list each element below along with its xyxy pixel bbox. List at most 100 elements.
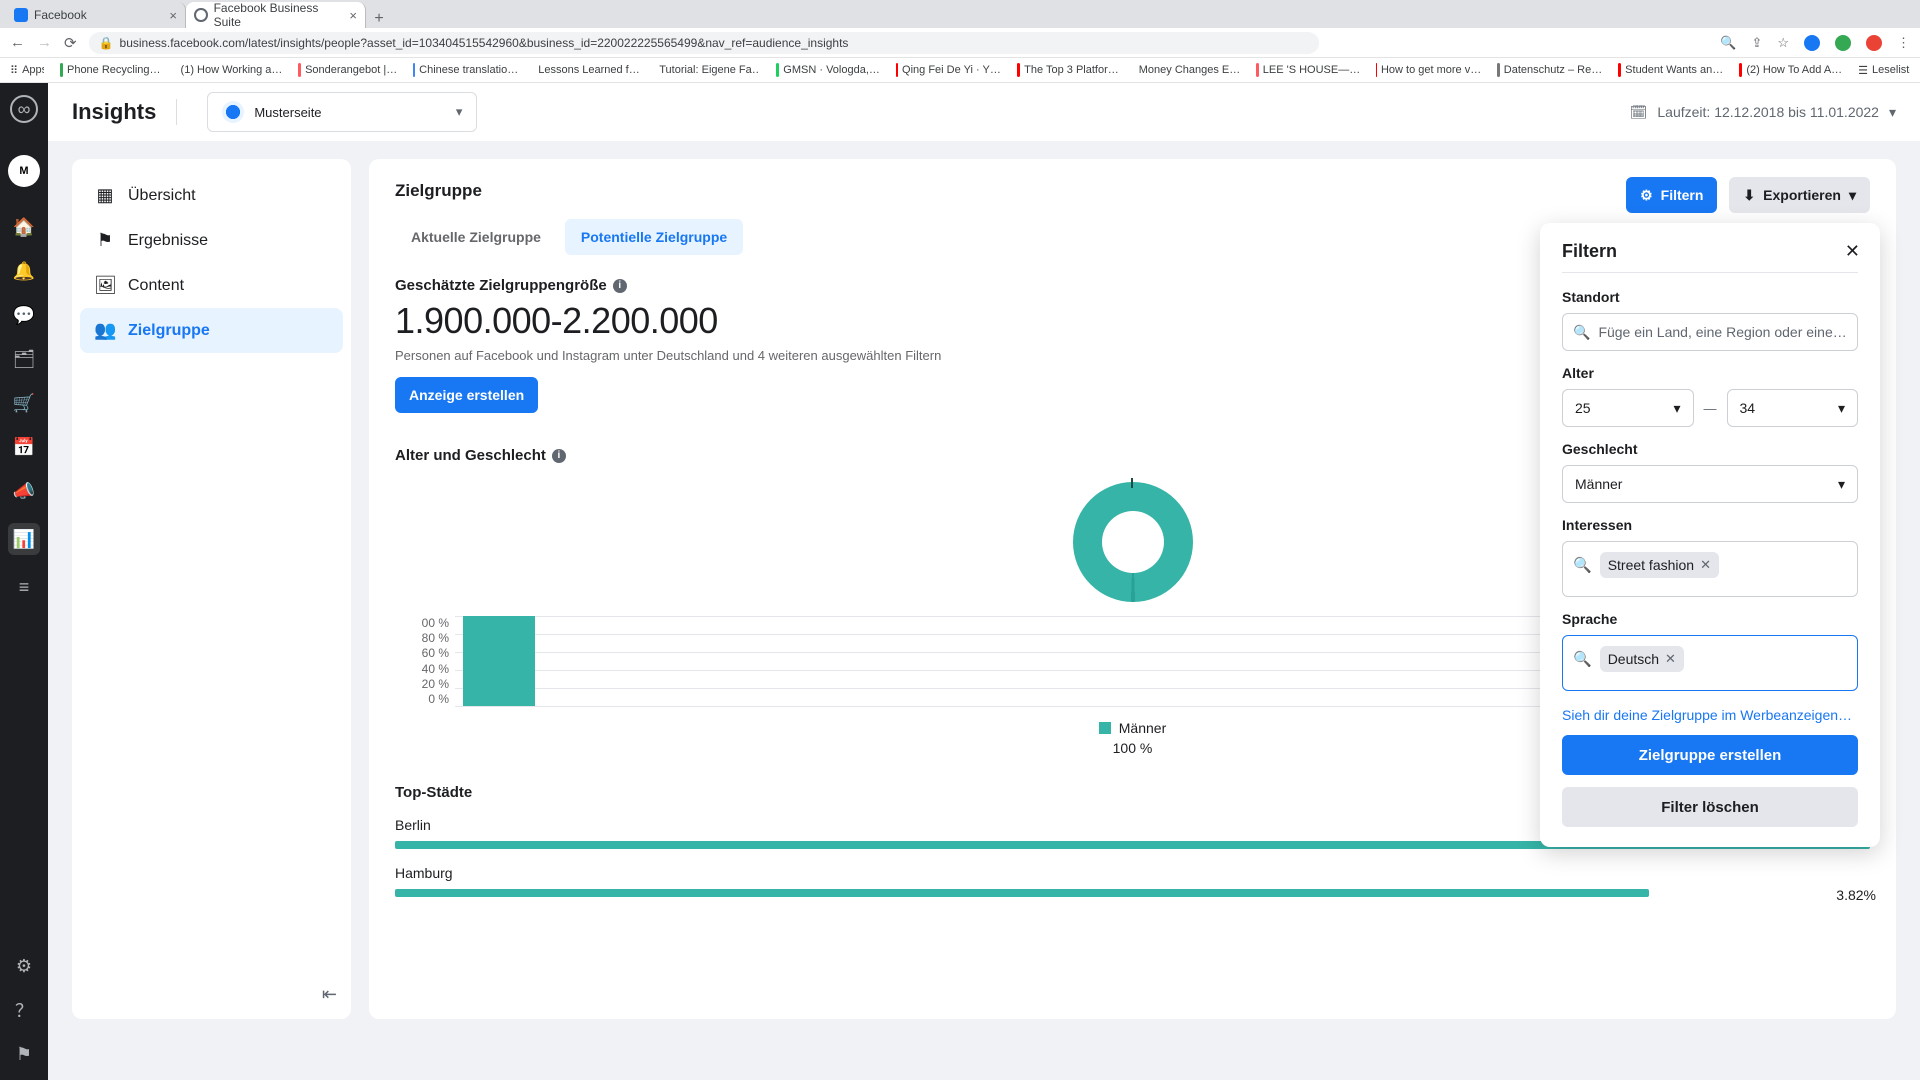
page-avatar[interactable]: M	[8, 155, 40, 187]
ext-fb-icon[interactable]	[1804, 35, 1820, 51]
apps-button[interactable]: ⠿ Apps	[10, 64, 44, 77]
ads-manager-link[interactable]: Sieh dir deine Zielgruppe im Werbeanzeig…	[1562, 707, 1858, 723]
browser-tab[interactable]: Facebook ×	[6, 2, 186, 28]
bookmark[interactable]: (1) How Working a…	[177, 63, 282, 77]
date-range-picker[interactable]: 🗓 Laufzeit: 12.12.2018 bis 11.01.2022 ▾	[1630, 104, 1896, 121]
left-rail: M 🏠 🔔 💬 🗂 🛒 📅 📣 📊 ≡ ⚙ ？ ⚑	[0, 83, 48, 1080]
age-from-select[interactable]: 25▾	[1562, 389, 1694, 427]
bookmark[interactable]: Lessons Learned f…	[534, 63, 639, 77]
help-icon[interactable]: ？	[12, 998, 36, 1022]
feedback-icon[interactable]: ⚑	[12, 1042, 36, 1066]
bookmark[interactable]: GMSN · Vologda,…	[776, 63, 880, 77]
chip-remove-icon[interactable]: ✕	[1665, 651, 1676, 667]
insights-icon[interactable]: 📊	[8, 523, 40, 555]
y-tick: 00 %	[395, 616, 449, 630]
url-text: business.facebook.com/latest/insights/pe…	[120, 36, 1309, 50]
clear-filters-button[interactable]: Filter löschen	[1562, 787, 1858, 827]
bookmark[interactable]: The Top 3 Platfor…	[1017, 63, 1119, 77]
age-separator: —	[1704, 401, 1717, 416]
new-tab-button[interactable]: +	[366, 10, 392, 28]
tab-close-icon[interactable]: ×	[349, 8, 357, 23]
age-to-select[interactable]: 34▾	[1727, 389, 1859, 427]
nav-forward-icon[interactable]: →	[37, 34, 52, 51]
page-selector-label: Musterseite	[254, 105, 321, 120]
chat-icon[interactable]: 💬	[12, 303, 36, 327]
tab-current-audience[interactable]: Aktuelle Zielgruppe	[395, 219, 557, 255]
bell-icon[interactable]: 🔔	[12, 259, 36, 283]
insights-sidenav: ▦Übersicht ⚑Ergebnisse 🖼Content 👥Zielgru…	[72, 159, 351, 1019]
bookmark[interactable]: Money Changes E…	[1135, 63, 1240, 77]
bookmark[interactable]: LEE 'S HOUSE—…	[1256, 63, 1360, 77]
export-button[interactable]: ⬇Exportieren▾	[1729, 177, 1870, 213]
page-title: Insights	[72, 99, 156, 125]
bookmark[interactable]: Chinese translatio…	[413, 63, 518, 77]
zoom-icon[interactable]: 🔍	[1720, 35, 1736, 51]
close-icon[interactable]: ✕	[1845, 241, 1860, 262]
y-tick: 60 %	[395, 646, 449, 660]
reading-list-button[interactable]: ☰ Leseliste	[1858, 64, 1910, 77]
collapse-sidenav-icon[interactable]: ⇤	[322, 984, 337, 1005]
browser-tab-active[interactable]: Facebook Business Suite ×	[186, 2, 366, 28]
info-icon[interactable]: i	[552, 449, 566, 463]
nav-back-icon[interactable]: ←	[10, 34, 25, 51]
sidenav-item-overview[interactable]: ▦Übersicht	[80, 173, 343, 218]
create-audience-button[interactable]: Zielgruppe erstellen	[1562, 735, 1858, 775]
address-bar[interactable]: 🔒 business.facebook.com/latest/insights/…	[89, 32, 1319, 54]
tab-title: Facebook Business Suite	[214, 1, 344, 29]
bookmark[interactable]: Student Wants an…	[1618, 63, 1723, 77]
page-avatar-icon	[222, 101, 244, 123]
interests-label: Interessen	[1562, 517, 1858, 533]
y-tick: 40 %	[395, 662, 449, 676]
tab-potential-audience[interactable]: Potentielle Zielgruppe	[565, 219, 743, 255]
bookmark[interactable]: Datenschutz – Re…	[1497, 63, 1602, 77]
tab-favicon	[194, 8, 208, 22]
interests-input[interactable]: 🔍 Street fashion✕	[1562, 541, 1858, 597]
ext-green-icon[interactable]	[1835, 35, 1851, 51]
bookmark[interactable]: Sonderangebot |…	[298, 63, 398, 77]
posts-icon[interactable]: 🗂	[12, 347, 36, 371]
ext-red-icon[interactable]	[1866, 35, 1882, 51]
page-selector[interactable]: Musterseite ▾	[207, 92, 477, 132]
legend-name: Männer	[1119, 720, 1166, 736]
calendar-icon[interactable]: 📅	[12, 435, 36, 459]
city-name: Hamburg	[395, 865, 1870, 881]
language-input[interactable]: 🔍 Deutsch✕	[1562, 635, 1858, 691]
bookmark[interactable]: Phone Recycling…	[60, 63, 161, 77]
ads-icon[interactable]: 📣	[12, 479, 36, 503]
info-icon[interactable]: i	[613, 279, 627, 293]
bookmark[interactable]: Qing Fei De Yi · Y…	[896, 63, 1001, 77]
y-tick: 20 %	[395, 677, 449, 691]
home-icon[interactable]: 🏠	[12, 215, 36, 239]
search-icon: 🔍	[1573, 324, 1590, 341]
age-bar	[463, 616, 535, 706]
create-ad-button[interactable]: Anzeige erstellen	[395, 377, 538, 413]
insights-header: Insights Musterseite ▾ 🗓 Laufzeit: 12.12…	[48, 83, 1920, 141]
sidenav-item-content[interactable]: 🖼Content	[80, 263, 343, 308]
star-icon[interactable]: ☆	[1777, 35, 1789, 51]
more-tools-icon[interactable]: ≡	[12, 575, 36, 599]
gender-select[interactable]: Männer▾	[1562, 465, 1858, 503]
grid-icon: ▦	[94, 185, 116, 206]
bookmark[interactable]: How to get more v…	[1376, 63, 1481, 77]
bookmark[interactable]: (2) How To Add A…	[1739, 63, 1842, 77]
bookmark[interactable]: Tutorial: Eigene Fa…	[655, 63, 760, 77]
language-label: Sprache	[1562, 611, 1858, 627]
location-input[interactable]: 🔍 Füge ein Land, eine Region oder eine…	[1562, 313, 1858, 351]
gender-label: Geschlecht	[1562, 441, 1858, 457]
settings-icon[interactable]: ⚙	[12, 954, 36, 978]
shop-icon[interactable]: 🛒	[12, 391, 36, 415]
y-tick: 0 %	[395, 692, 449, 706]
chevron-down-icon: ▾	[1838, 476, 1845, 493]
sidenav-item-results[interactable]: ⚑Ergebnisse	[80, 218, 343, 263]
sidenav-item-audience[interactable]: 👥Zielgruppe	[80, 308, 343, 353]
tab-title: Facebook	[34, 8, 87, 22]
meta-logo-icon[interactable]	[10, 95, 38, 123]
chip-remove-icon[interactable]: ✕	[1700, 557, 1711, 573]
share-icon[interactable]: ⇪	[1751, 35, 1762, 51]
tab-close-icon[interactable]: ×	[169, 8, 177, 23]
browser-menu-icon[interactable]: ⋮	[1897, 35, 1910, 51]
filter-panel: Filtern ✕ Standort 🔍 Füge ein Land, eine…	[1540, 223, 1880, 847]
filter-button[interactable]: ⚙Filtern	[1626, 177, 1717, 213]
age-label: Alter	[1562, 365, 1858, 381]
nav-reload-icon[interactable]: ⟳	[64, 34, 77, 52]
